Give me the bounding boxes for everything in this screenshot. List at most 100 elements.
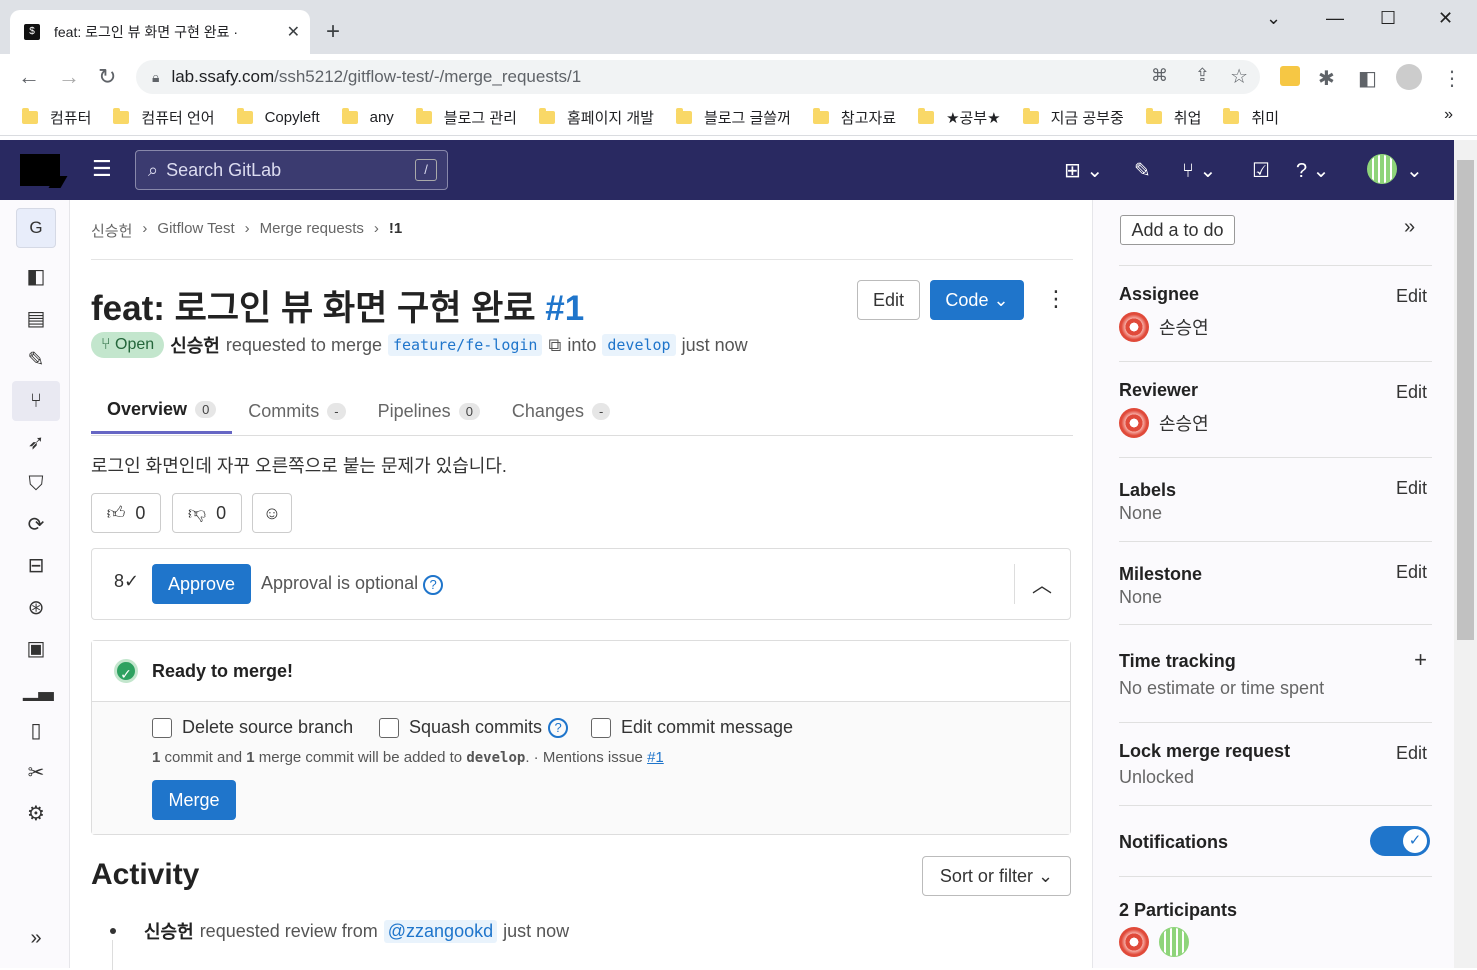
deployments-icon[interactable]: ⟳ — [23, 512, 49, 538]
bookmark-folder[interactable]: ★공부★ — [918, 107, 1001, 128]
copy-icon[interactable]: ⧉ — [548, 335, 561, 356]
code-dropdown-button[interactable]: Code ⌄ — [930, 280, 1024, 320]
add-reaction-button[interactable]: ☺ — [252, 493, 292, 533]
bookmark-folder[interactable]: 컴퓨터 — [22, 107, 91, 128]
user-avatar[interactable] — [1367, 154, 1397, 189]
target-branch[interactable]: develop — [602, 334, 676, 356]
issue-link[interactable]: #1 — [647, 749, 664, 766]
settings-icon[interactable]: ⚙ — [23, 801, 49, 827]
snippets-icon[interactable]: ✂ — [23, 760, 49, 786]
bookmark-folder[interactable]: Copyleft — [236, 108, 320, 126]
thumbs-down-button[interactable]: 👎︎ 0 — [172, 493, 242, 533]
edit-reviewer-button[interactable]: Edit — [1396, 382, 1427, 403]
maximize-icon[interactable]: ☐ — [1380, 8, 1396, 29]
edit-assignee-button[interactable]: Edit — [1396, 286, 1427, 307]
breadcrumb-current[interactable]: !1 — [389, 220, 402, 241]
more-actions-icon[interactable]: ⋮ — [1045, 286, 1067, 312]
project-avatar[interactable]: G — [16, 208, 56, 248]
merge-requests-icon[interactable]: ⑂ — [12, 381, 60, 421]
reviewer-user[interactable]: 손승연 — [1119, 408, 1209, 438]
avatar[interactable] — [1159, 927, 1189, 957]
window-close-icon[interactable]: ✕ — [1438, 8, 1453, 29]
forward-icon[interactable]: → — [58, 64, 80, 90]
bookmark-folder[interactable]: 블로그 글쓸꺼 — [675, 107, 791, 128]
search-input[interactable]: ⌕ Search GitLab / — [135, 150, 448, 190]
issues-icon[interactable]: ✎ — [1134, 158, 1151, 183]
tab-search-icon[interactable]: ⌄ — [1266, 8, 1281, 29]
chevron-down-icon[interactable]: ⌄ — [1406, 158, 1423, 183]
bookmark-star-icon[interactable]: ☆ — [1230, 64, 1248, 89]
bookmark-folder[interactable]: 취미 — [1223, 107, 1279, 128]
browser-tab[interactable]: $ feat: 로그인 뷰 화면 구현 완료 · ✕ — [10, 10, 310, 54]
bookmark-folder[interactable]: 참고자료 — [812, 107, 896, 128]
packages-icon[interactable]: ⊟ — [23, 553, 49, 579]
issues-icon[interactable]: ✎ — [23, 347, 49, 373]
delete-source-branch-checkbox[interactable]: Delete source branch — [152, 717, 353, 738]
breadcrumb-merge-requests[interactable]: Merge requests — [260, 220, 364, 241]
assignee-user[interactable]: 손승연 — [1119, 312, 1209, 342]
help-icon[interactable]: ? ⌄ — [1296, 158, 1329, 183]
infrastructure-icon[interactable]: ⊛ — [23, 595, 49, 621]
bookmark-folder[interactable]: any — [341, 108, 394, 126]
source-branch[interactable]: feature/fe-login — [387, 334, 543, 356]
browser-menu-icon[interactable]: ⋮ — [1442, 66, 1462, 91]
edit-lock-button[interactable]: Edit — [1396, 743, 1427, 764]
bookmarks-overflow-icon[interactable]: » — [1444, 106, 1453, 124]
share-icon[interactable]: ⇪ — [1195, 65, 1210, 86]
edit-button[interactable]: Edit — [857, 280, 920, 320]
breadcrumb-user[interactable]: 신승헌 — [91, 220, 132, 241]
bookmark-folder[interactable]: 홈페이지 개발 — [538, 107, 654, 128]
checkbox[interactable] — [379, 717, 399, 738]
puzzle-icon[interactable]: ✱ — [1318, 66, 1335, 91]
back-icon[interactable]: ← — [18, 64, 40, 90]
profile-avatar[interactable] — [1396, 64, 1422, 90]
mention-link[interactable]: @zzangookd — [383, 919, 498, 943]
reload-icon[interactable]: ↻ — [98, 64, 116, 90]
sidepanel-icon[interactable]: ◧ — [1358, 66, 1377, 91]
squash-commits-checkbox[interactable]: Squash commits? — [379, 717, 569, 738]
bookmark-folder[interactable]: 컴퓨터 언어 — [113, 107, 215, 128]
activity-author[interactable]: 신승헌 — [144, 918, 194, 944]
edit-commit-message-checkbox[interactable]: Edit commit message — [591, 717, 793, 738]
collapse-sidebar-icon[interactable]: » — [1404, 216, 1415, 239]
wiki-icon[interactable]: ▯ — [23, 718, 49, 744]
tab-overview[interactable]: Overview 0 — [91, 388, 233, 434]
new-tab-icon[interactable]: + — [326, 18, 340, 46]
extension-icon[interactable] — [1280, 66, 1300, 86]
help-icon[interactable]: ? — [548, 717, 569, 738]
sort-filter-dropdown[interactable]: Sort or filter ⌄ — [922, 856, 1071, 896]
project-overview-icon[interactable]: ◧ — [23, 264, 49, 290]
tab-pipelines[interactable]: Pipelines 0 — [362, 388, 496, 434]
help-icon[interactable]: ? — [423, 575, 444, 595]
checkbox[interactable] — [591, 717, 611, 738]
security-icon[interactable]: ⛉ — [23, 471, 49, 497]
gitlab-logo[interactable] — [20, 154, 60, 186]
breadcrumb-project[interactable]: Gitflow Test — [157, 220, 234, 241]
tab-changes[interactable]: Changes - — [496, 388, 626, 434]
bookmark-folder[interactable]: 블로그 관리 — [415, 107, 517, 128]
notifications-toggle[interactable] — [1370, 826, 1430, 856]
scrollbar-thumb[interactable] — [1457, 160, 1474, 640]
minimize-icon[interactable]: — — [1326, 8, 1344, 29]
menu-icon[interactable]: ☰ — [92, 156, 112, 182]
bookmark-folder[interactable]: 지금 공부중 — [1022, 107, 1124, 128]
edit-labels-button[interactable]: Edit — [1396, 478, 1427, 499]
approve-button[interactable]: Approve — [152, 564, 251, 604]
checkbox[interactable] — [152, 717, 172, 738]
add-todo-button[interactable]: Add a to do — [1120, 215, 1235, 245]
translate-icon[interactable]: ⌘ — [1151, 66, 1168, 86]
close-tab-icon[interactable]: ✕ — [287, 22, 300, 42]
cicd-icon[interactable]: ➶ — [23, 430, 49, 456]
tab-commits[interactable]: Commits - — [232, 388, 361, 434]
avatar[interactable] — [1119, 927, 1149, 957]
analytics-icon[interactable]: ▁▃ — [23, 677, 54, 703]
thumbs-up-button[interactable]: 👍︎ 0 — [91, 493, 161, 533]
monitor-icon[interactable]: ▣ — [23, 636, 49, 662]
chevron-up-icon[interactable]: ︿ — [1032, 569, 1052, 598]
edit-milestone-button[interactable]: Edit — [1396, 562, 1427, 583]
add-time-icon[interactable]: + — [1414, 647, 1427, 673]
merge-button[interactable]: Merge — [152, 780, 236, 820]
merge-requests-icon[interactable]: ⑂ ⌄ — [1182, 158, 1216, 183]
repository-icon[interactable]: ▤ — [23, 306, 49, 332]
todos-icon[interactable]: ☑ — [1252, 158, 1270, 183]
